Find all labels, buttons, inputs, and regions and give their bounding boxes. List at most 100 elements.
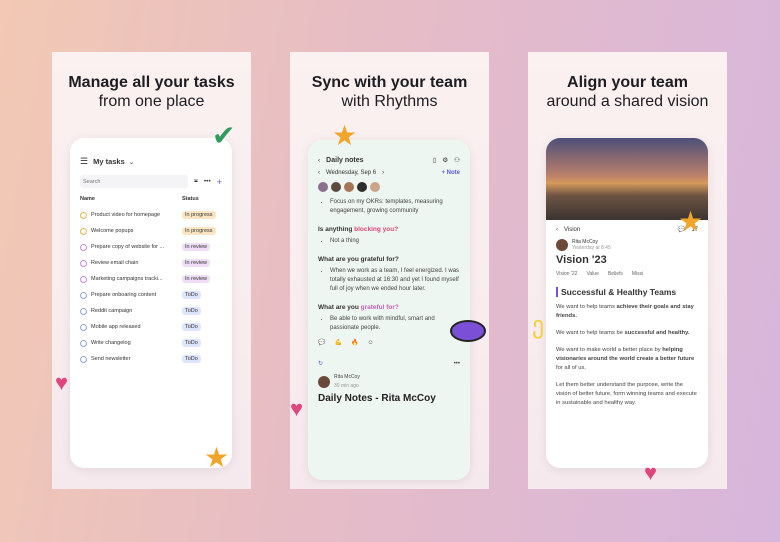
task-status-circle-icon[interactable] bbox=[80, 291, 87, 299]
prev-day-icon[interactable]: ‹ bbox=[318, 170, 320, 176]
task-status-circle-icon[interactable] bbox=[80, 323, 87, 331]
avatar[interactable] bbox=[370, 182, 380, 192]
note-bullet: When we work as a team, I feel energized… bbox=[330, 267, 460, 294]
add-icon[interactable]: + bbox=[217, 177, 222, 187]
paragraph: Let them better understand the purpose, … bbox=[556, 382, 697, 406]
task-name: Prepare copy of website for ... bbox=[91, 244, 165, 250]
panel-subtitle: with Rhythms bbox=[341, 93, 438, 110]
task-status-circle-icon[interactable] bbox=[80, 243, 87, 251]
refresh-icon[interactable]: ↻ bbox=[318, 360, 323, 369]
vision-tab[interactable]: Missi bbox=[632, 271, 643, 277]
panel-subtitle: from one place bbox=[98, 93, 205, 110]
task-name: Reddit campaign bbox=[91, 308, 133, 314]
task-status-circle-icon[interactable] bbox=[80, 227, 87, 235]
add-note-button[interactable]: + Note bbox=[441, 170, 460, 176]
menu-icon[interactable]: ☰ bbox=[80, 156, 88, 167]
paragraph: We want to help teams achieve their goal… bbox=[556, 304, 694, 319]
note-bullet: Be able to work with mindful, smart and … bbox=[330, 315, 460, 333]
note-title: Daily Notes - Rita McCoy bbox=[318, 393, 436, 404]
vision-tab[interactable]: Beliefs bbox=[608, 271, 623, 277]
post-time: 30 min ago bbox=[334, 383, 359, 389]
muscle-reaction-icon[interactable]: 💪 bbox=[334, 339, 341, 348]
status-badge[interactable]: ToDo bbox=[182, 339, 201, 347]
column-name: Name bbox=[80, 196, 95, 202]
swirl-sticker-icon: ე bbox=[532, 312, 545, 339]
vision-tab[interactable]: Vision '22 bbox=[556, 271, 577, 277]
task-name: Product video for homepage bbox=[91, 212, 161, 218]
panel-title: Manage all your tasks bbox=[68, 74, 235, 91]
tasks-phone: ☰ My tasks ⌄ ⩸ ••• + Name Status Product … bbox=[70, 138, 232, 468]
avatar[interactable] bbox=[318, 182, 328, 192]
notes-title: Daily notes bbox=[326, 156, 364, 164]
question-grateful-2: What are you grateful for? bbox=[318, 304, 399, 311]
task-name: Prepare onboaring content bbox=[91, 292, 157, 298]
star-sticker-icon: ★ bbox=[678, 206, 704, 237]
task-status-circle-icon[interactable] bbox=[80, 355, 87, 363]
star-sticker-icon: ★ bbox=[332, 120, 358, 151]
task-row[interactable]: Mobile app released ToDo bbox=[70, 319, 232, 335]
column-status: Status bbox=[182, 196, 199, 202]
book-icon[interactable]: ▯ bbox=[433, 156, 437, 164]
task-row[interactable]: Marketing campaigns tracki... In review bbox=[70, 271, 232, 287]
task-row[interactable]: Prepare onboaring content ToDo bbox=[70, 287, 232, 303]
note-bullet: Not a thing bbox=[330, 237, 460, 246]
back-icon[interactable]: ‹ bbox=[318, 157, 320, 164]
note-bullet: Focus on my OKRs: templates, measuring e… bbox=[330, 198, 460, 216]
task-row[interactable]: Prepare copy of website for ... In review bbox=[70, 239, 232, 255]
avatar-row bbox=[308, 176, 470, 198]
my-tasks-title[interactable]: My tasks bbox=[93, 157, 125, 166]
next-day-icon[interactable]: › bbox=[382, 170, 384, 176]
status-badge[interactable]: ToDo bbox=[182, 355, 201, 363]
speech-bubble-sticker-icon bbox=[450, 320, 486, 342]
avatar[interactable] bbox=[357, 182, 367, 192]
avatar[interactable] bbox=[331, 182, 341, 192]
status-badge[interactable]: ToDo bbox=[182, 307, 201, 315]
avatar bbox=[318, 376, 330, 388]
heart-sticker-icon: ♥ bbox=[644, 460, 658, 485]
status-badge[interactable]: In progress bbox=[182, 211, 216, 219]
panel-subtitle: around a shared vision bbox=[546, 93, 709, 110]
task-name: Mobile app released bbox=[91, 324, 141, 330]
people-icon[interactable]: ⚇ bbox=[454, 156, 460, 164]
doc-title: Vision '23 bbox=[556, 254, 607, 266]
avatar[interactable] bbox=[344, 182, 354, 192]
section-heading: Successful & Healthy Teams bbox=[556, 287, 698, 297]
task-status-circle-icon[interactable] bbox=[80, 307, 87, 315]
filter-icon[interactable]: ⩸ bbox=[194, 178, 198, 186]
task-status-circle-icon[interactable] bbox=[80, 211, 87, 219]
task-status-circle-icon[interactable] bbox=[80, 275, 87, 283]
task-row[interactable]: Product video for homepage In progress bbox=[70, 207, 232, 223]
task-row[interactable]: Welcome popups In progress bbox=[70, 223, 232, 239]
fire-reaction-icon[interactable]: 🔥 bbox=[351, 339, 358, 348]
status-badge[interactable]: In review bbox=[182, 259, 211, 267]
task-status-circle-icon[interactable] bbox=[80, 339, 87, 347]
gear-icon[interactable]: ⚙ bbox=[442, 156, 448, 164]
comment-icon[interactable]: 💬 bbox=[318, 339, 325, 348]
avatar bbox=[556, 239, 568, 251]
paragraph: We want to help teams be successful and … bbox=[556, 330, 690, 336]
panel-vision: Align your team around a shared vision ‹ … bbox=[528, 52, 727, 489]
more-icon[interactable]: ••• bbox=[204, 178, 211, 185]
search-input[interactable] bbox=[80, 175, 188, 188]
task-name: Review email chain bbox=[91, 260, 139, 266]
task-row[interactable]: Review email chain In review bbox=[70, 255, 232, 271]
heart-sticker-icon: ♥ bbox=[290, 396, 304, 421]
status-badge[interactable]: In review bbox=[182, 243, 211, 251]
vision-tab[interactable]: Value bbox=[586, 271, 598, 277]
author-name: Rita McCoy bbox=[334, 374, 360, 380]
notes-phone: ‹ Daily notes ▯ ⚙ ⚇ ‹ Wednesday, Sep 6 › +… bbox=[308, 140, 470, 480]
back-icon[interactable]: ‹ bbox=[556, 227, 558, 233]
status-badge[interactable]: In progress bbox=[182, 227, 216, 235]
task-row[interactable]: Send newsletter ToDo bbox=[70, 351, 232, 367]
add-reaction-icon[interactable]: ☺ bbox=[367, 339, 373, 348]
task-status-circle-icon[interactable] bbox=[80, 259, 87, 267]
breadcrumb[interactable]: Vision bbox=[564, 227, 672, 233]
task-row[interactable]: Write changelog ToDo bbox=[70, 335, 232, 351]
status-badge[interactable]: ToDo bbox=[182, 323, 201, 331]
task-row[interactable]: Reddit campaign ToDo bbox=[70, 303, 232, 319]
more-icon[interactable]: ••• bbox=[454, 360, 460, 369]
status-badge[interactable]: ToDo bbox=[182, 291, 201, 299]
status-badge[interactable]: In review bbox=[182, 275, 211, 283]
panel-title: Sync with your team bbox=[311, 74, 468, 91]
chevron-down-icon[interactable]: ⌄ bbox=[129, 158, 134, 166]
